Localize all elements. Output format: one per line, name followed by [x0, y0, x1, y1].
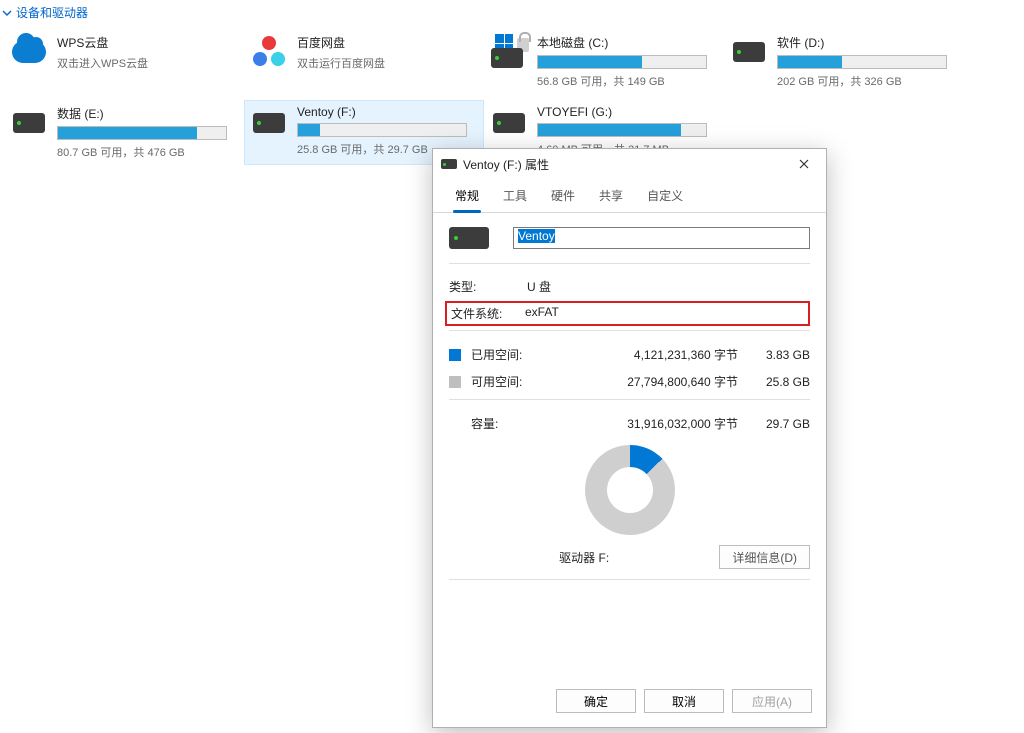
drive-title: 数据 (E:) [57, 105, 237, 122]
capacity-bar [297, 123, 467, 137]
tab-body-general: Ventoy 类型: U 盘 文件系统: exFAT 已用空间: 4,121,2… [433, 213, 826, 676]
drive-icon [449, 227, 489, 249]
dialog-titlebar[interactable]: Ventoy (F:) 属性 [433, 149, 826, 179]
drive-title: 百度网盘 [297, 34, 477, 51]
drive-item[interactable]: 数据 (E:) 80.7 GB 可用，共 476 GB [4, 100, 244, 165]
section-title: 设备和驱动器 [16, 4, 88, 21]
divider [449, 399, 810, 400]
windows-drive-icon [491, 36, 527, 68]
row-free-space: 可用空间: 27,794,800,640 字节 25.8 GB [449, 368, 810, 395]
drive-title: VTOYEFI (G:) [537, 105, 717, 119]
drive-subtitle: 双击进入WPS云盘 [57, 55, 237, 71]
capacity-bar [537, 55, 707, 69]
row-filesystem-highlight: 文件系统: exFAT [445, 301, 810, 326]
section-header[interactable]: 设备和驱动器 [0, 0, 1024, 27]
dialog-title: Ventoy (F:) 属性 [463, 156, 784, 173]
cloud-icon [12, 41, 46, 63]
capacity-bar [777, 55, 947, 69]
dialog-footer: 确定 取消 应用(A) [433, 676, 826, 727]
drive-item[interactable]: 软件 (D:) 202 GB 可用，共 326 GB [724, 29, 964, 94]
row-capacity: 容量: 31,916,032,000 字节 29.7 GB [449, 410, 810, 437]
chevron-down-icon [2, 8, 12, 18]
drive-title: 本地磁盘 (C:) [537, 34, 717, 51]
drive-item[interactable]: 百度网盘双击运行百度网盘 [244, 29, 484, 94]
cancel-button[interactable]: 取消 [644, 689, 724, 713]
ok-button[interactable]: 确定 [556, 689, 636, 713]
capacity-bar [57, 126, 227, 140]
divider [449, 263, 810, 264]
hdd-icon [13, 113, 45, 133]
drive-subtitle: 80.7 GB 可用，共 476 GB [57, 144, 237, 160]
tab-2[interactable]: 硬件 [539, 179, 587, 212]
hdd-icon [733, 42, 765, 62]
drive-icon [441, 159, 457, 169]
capacity-donut-chart [585, 445, 675, 535]
baidu-icon [253, 36, 285, 68]
drive-subtitle: 202 GB 可用，共 326 GB [777, 73, 957, 89]
tab-strip: 常规工具硬件共享自定义 [433, 179, 826, 213]
close-button[interactable] [784, 150, 824, 178]
divider [449, 579, 810, 580]
used-color-swatch [449, 349, 461, 361]
drive-title: 软件 (D:) [777, 34, 957, 51]
row-type: 类型: U 盘 [449, 274, 810, 299]
drive-item[interactable]: 本地磁盘 (C:) 56.8 GB 可用，共 149 GB [484, 29, 724, 94]
tab-4[interactable]: 自定义 [635, 179, 695, 212]
drive-letter-label: 驱动器 F: [449, 549, 719, 566]
properties-dialog: Ventoy (F:) 属性 常规工具硬件共享自定义 Ventoy 类型: U … [432, 148, 827, 728]
tab-0[interactable]: 常规 [443, 179, 491, 212]
drive-subtitle: 双击运行百度网盘 [297, 55, 477, 71]
drive-title: Ventoy (F:) [297, 105, 477, 119]
row-used-space: 已用空间: 4,121,231,360 字节 3.83 GB [449, 341, 810, 368]
hdd-icon [253, 113, 285, 133]
apply-button[interactable]: 应用(A) [732, 689, 812, 713]
free-color-swatch [449, 376, 461, 388]
divider [449, 330, 810, 331]
drive-title: WPS云盘 [57, 34, 237, 51]
tab-1[interactable]: 工具 [491, 179, 539, 212]
drive-item[interactable]: WPS云盘双击进入WPS云盘 [4, 29, 244, 94]
hdd-icon [493, 113, 525, 133]
tab-3[interactable]: 共享 [587, 179, 635, 212]
drive-subtitle: 56.8 GB 可用，共 149 GB [537, 73, 717, 89]
capacity-bar [537, 123, 707, 137]
details-button[interactable]: 详细信息(D) [719, 545, 810, 569]
volume-name-input[interactable]: Ventoy [513, 227, 810, 249]
